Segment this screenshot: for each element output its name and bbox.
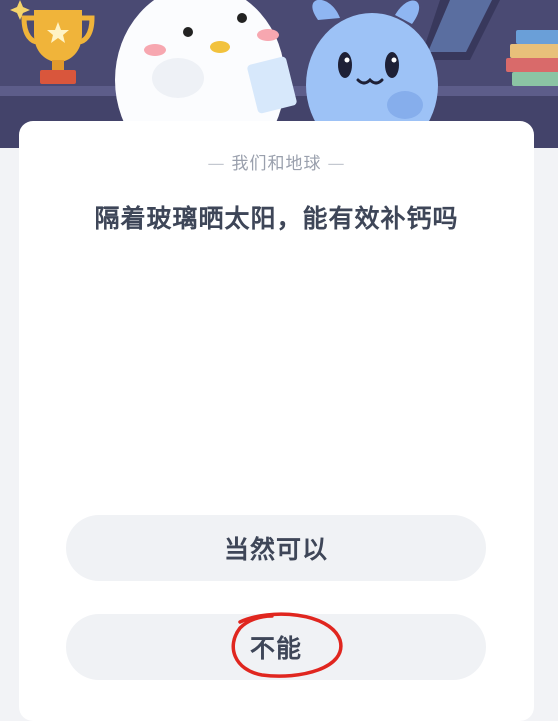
quiz-card: — 我们和地球 — 隔着玻璃晒太阳，能有效补钙吗 当然可以 不能 bbox=[19, 121, 534, 721]
option-button-2[interactable]: 不能 bbox=[66, 614, 486, 680]
option-button-1[interactable]: 当然可以 bbox=[66, 515, 486, 581]
trophy-icon bbox=[21, 10, 95, 84]
frame-decoration bbox=[420, 0, 500, 60]
question-text: 隔着玻璃晒太阳，能有效补钙吗 bbox=[94, 204, 459, 233]
option-label: 当然可以 bbox=[223, 535, 328, 564]
books-icon bbox=[506, 30, 558, 86]
quiz-category: — 我们和地球 — bbox=[19, 149, 534, 174]
category-label: 我们和地球 bbox=[231, 154, 322, 174]
divider-right: — bbox=[327, 154, 346, 174]
option-label: 不能 bbox=[249, 634, 302, 663]
divider-left: — bbox=[207, 154, 226, 174]
